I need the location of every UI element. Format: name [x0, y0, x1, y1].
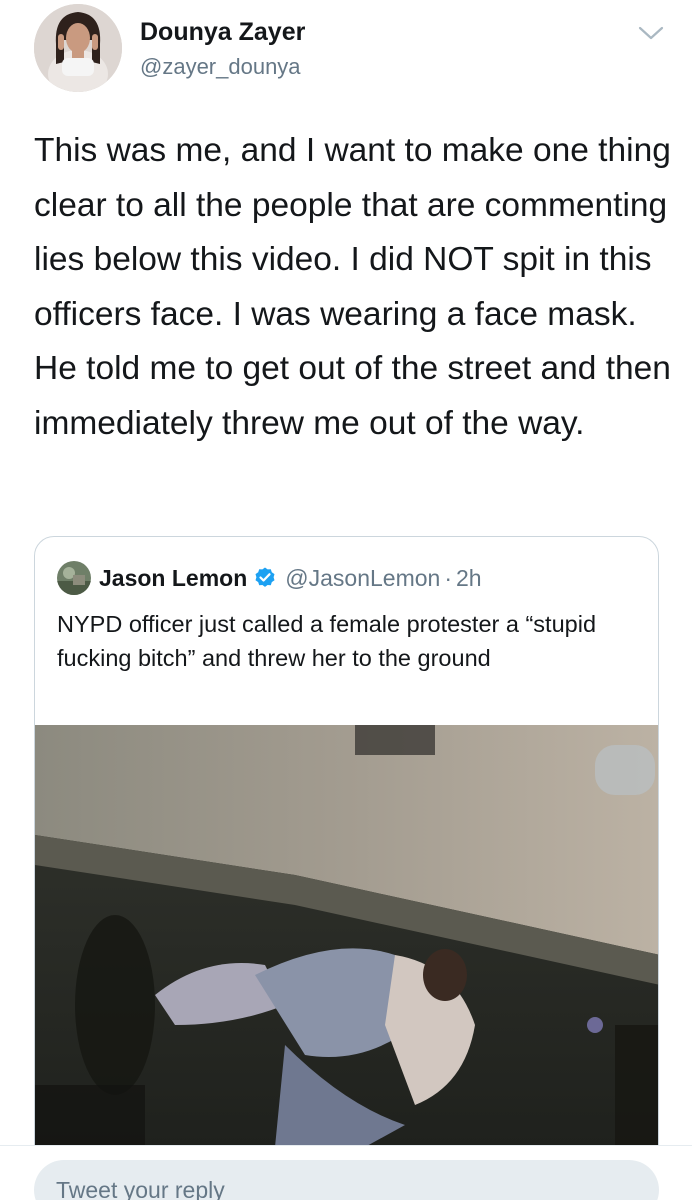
author-avatar[interactable]: [34, 4, 122, 92]
quoted-tweet-timestamp[interactable]: 2h: [456, 565, 482, 592]
quoted-tweet-text: NYPD officer just called a female protes…: [57, 611, 597, 671]
author-display-name[interactable]: Dounya Zayer: [140, 18, 305, 47]
quoted-tweet-video[interactable]: [35, 725, 658, 1147]
quoted-tweet-header: Jason Lemon @JasonLemon · 2h: [57, 561, 482, 595]
quoted-author-avatar[interactable]: [57, 561, 91, 595]
tweet-text: This was me, and I want to make one thin…: [34, 132, 671, 442]
chevron-down-icon[interactable]: [638, 24, 664, 42]
quoted-tweet-card[interactable]: Jason Lemon @JasonLemon · 2h NYPD office…: [34, 536, 659, 1176]
reply-bar: [0, 1146, 692, 1200]
quoted-author-handle[interactable]: @JasonLemon: [285, 565, 440, 592]
separator-dot: ·: [444, 564, 452, 591]
author-handle[interactable]: @zayer_dounya: [140, 54, 301, 80]
verified-badge-icon: [255, 567, 275, 587]
reply-input[interactable]: [34, 1160, 659, 1200]
quoted-author-name[interactable]: Jason Lemon: [99, 565, 247, 592]
